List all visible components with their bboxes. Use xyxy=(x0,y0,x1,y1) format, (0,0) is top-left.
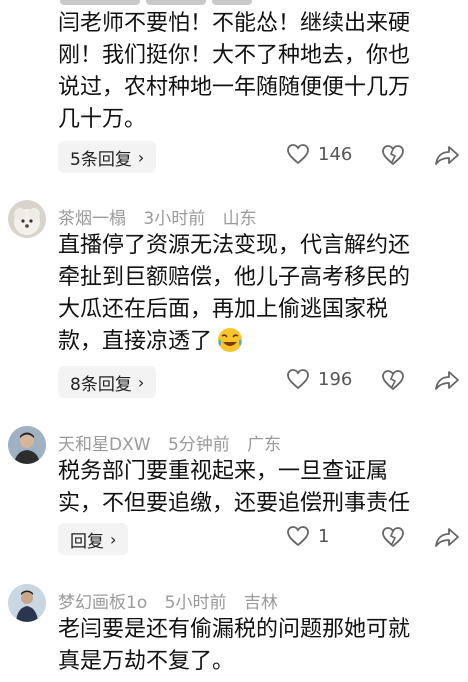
like-button[interactable]: 146 xyxy=(286,143,352,165)
comment-line: 老闫要是还有偷漏税的问题那她可就 xyxy=(58,617,411,642)
comment-body: 税务部门要重视起来，一旦查证属 实，不但要追缴，还要追偿刑事责任 xyxy=(58,456,458,520)
location: 广东 xyxy=(247,435,282,455)
replies-label: 5条回复 xyxy=(70,149,132,170)
like-count: 196 xyxy=(318,368,353,390)
dog-avatar-image xyxy=(14,208,40,235)
chevron-right-icon: › xyxy=(137,147,145,167)
person-avatar-image xyxy=(8,426,46,464)
dislike-button[interactable] xyxy=(380,144,406,170)
comment-line: 真是万劫不复了。 xyxy=(58,649,235,674)
username[interactable]: 天和星DXW xyxy=(58,435,151,455)
broken-heart-icon xyxy=(382,145,404,166)
comment-body: 老闫要是还有偷漏税的问题那她可就 真是万劫不复了。 xyxy=(58,614,458,678)
like-button[interactable]: 196 xyxy=(286,368,352,390)
view-replies-button[interactable]: 8条回复 › xyxy=(58,366,157,398)
chevron-right-icon: › xyxy=(137,372,145,392)
heart-outline-icon xyxy=(287,144,309,165)
cropped-comment-header xyxy=(60,0,260,5)
chevron-right-icon: › xyxy=(110,529,117,549)
location: 吉林 xyxy=(243,593,278,613)
username[interactable]: 茶烟一榻 xyxy=(58,209,126,229)
comment-line: 闫老师不要怕！不能怂！继续出来硬 xyxy=(58,11,411,36)
replies-label: 回复 xyxy=(70,531,104,552)
comment-line: 税务部门要重视起来，一旦查证属 xyxy=(58,459,389,484)
username[interactable]: 梦幻画板1o xyxy=(58,593,147,613)
comment-body: 闫老师不要怕！不能怂！继续出来硬 刚！我们挺你！大不了种地去，你也 说过，农村种… xyxy=(58,8,458,136)
comment-line: 几十万。 xyxy=(58,107,147,132)
comment-line: 款，直接凉透了 xyxy=(58,326,458,364)
heart-outline-icon xyxy=(287,369,309,390)
avatar[interactable] xyxy=(8,584,46,622)
share-arrow-icon xyxy=(435,146,459,165)
avatar[interactable] xyxy=(8,426,46,464)
like-count: 146 xyxy=(318,143,353,165)
dislike-button[interactable] xyxy=(380,369,406,395)
timestamp: 5小时前 xyxy=(164,593,227,613)
share-button[interactable] xyxy=(434,145,460,169)
comment-line: 说过，农村种地一年随随便便十几万 xyxy=(58,75,411,100)
comment-meta: 天和星DXW 5分钟前 广东 xyxy=(58,430,293,455)
comment-line: 实，不但要追缴，还要追偿刑事责任 xyxy=(58,491,411,516)
laughing-crying-emoji xyxy=(216,326,244,364)
broken-heart-icon xyxy=(382,527,404,548)
comment-body: 直播停了资源无法变现，代言解约还 牵扯到巨额赔偿，他儿子高考移民的 大瓜还在后面… xyxy=(58,230,458,364)
timestamp: 5分钟前 xyxy=(167,435,230,455)
comment-meta: 梦幻画板1o 5小时前 吉林 xyxy=(58,588,290,613)
comment-line: 直播停了资源无法变现，代言解约还 xyxy=(58,233,411,258)
comment-actions: 5条回复 › 146 xyxy=(58,141,468,175)
reply-button[interactable]: 回复 › xyxy=(58,523,129,555)
location: 山东 xyxy=(222,209,257,229)
like-count: 1 xyxy=(318,525,330,547)
share-button[interactable] xyxy=(434,527,460,551)
comment-line: 大瓜还在后面，再加上偷逃国家税 xyxy=(58,297,389,322)
comment-line-text: 款，直接凉透了 xyxy=(58,329,213,354)
replies-label: 8条回复 xyxy=(70,374,132,395)
like-button[interactable]: 1 xyxy=(286,525,329,547)
timestamp: 3小时前 xyxy=(143,209,206,229)
avatar[interactable] xyxy=(8,200,46,238)
share-arrow-icon xyxy=(435,528,459,547)
share-arrow-icon xyxy=(435,371,459,390)
comment-actions: 8条回复 › 196 xyxy=(58,366,468,400)
comment-line: 刚！我们挺你！大不了种地去，你也 xyxy=(58,43,411,68)
comment-line: 牵扯到巨额赔偿，他儿子高考移民的 xyxy=(58,265,411,290)
person-avatar-image xyxy=(8,584,46,622)
view-replies-button[interactable]: 5条回复 › xyxy=(58,141,157,173)
comment-meta: 茶烟一榻 3小时前 山东 xyxy=(58,204,269,229)
dislike-button[interactable] xyxy=(380,526,406,552)
broken-heart-icon xyxy=(382,370,404,391)
heart-outline-icon xyxy=(287,526,309,547)
share-button[interactable] xyxy=(434,370,460,394)
comment-actions: 回复 › 1 xyxy=(58,523,468,557)
